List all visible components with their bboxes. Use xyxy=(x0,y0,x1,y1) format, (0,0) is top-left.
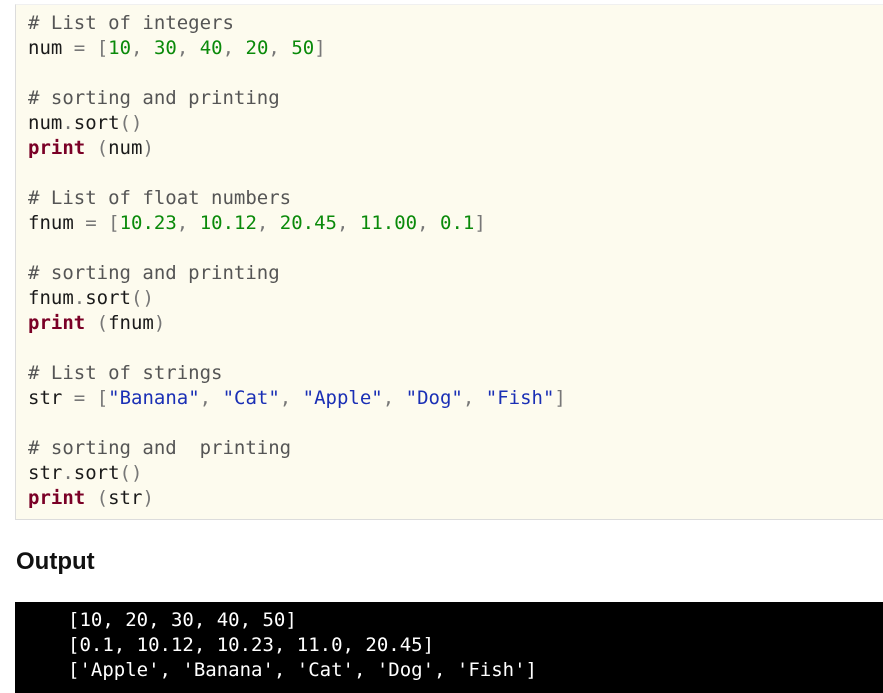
code-identifier: num xyxy=(28,37,63,59)
code-punctuation: ( xyxy=(96,487,109,509)
output-heading: Output xyxy=(16,548,95,575)
code-line-6: print (num) xyxy=(28,136,154,161)
code-number: 50 xyxy=(291,37,315,59)
code-punctuation: = xyxy=(73,37,86,59)
code-punctuation: , xyxy=(337,212,349,234)
code-punctuation: ) xyxy=(131,112,143,134)
code-line-16: str = ["Banana", "Cat", "Apple", "Dog", … xyxy=(28,386,566,411)
code-string: "Banana" xyxy=(108,387,200,409)
code-punctuation: ] xyxy=(554,387,566,409)
code-identifier: sort xyxy=(73,112,120,134)
code-identifier: fnum xyxy=(108,312,154,334)
code-punctuation: [ xyxy=(96,37,109,59)
code-line-11: # sorting and printing xyxy=(28,261,280,286)
code-punctuation: , xyxy=(176,212,189,234)
code-comment: # List of integers xyxy=(28,12,234,34)
code-number: 10.23 xyxy=(119,212,177,234)
code-number: 10.12 xyxy=(199,212,257,234)
code-punctuation: [ xyxy=(96,387,109,409)
code-punctuation: ) xyxy=(142,487,154,509)
code-punctuation: , xyxy=(199,387,212,409)
code-punctuation: = xyxy=(73,387,86,409)
code-keyword: print xyxy=(28,137,86,159)
code-line-1: # List of integers xyxy=(28,11,234,36)
code-punctuation: . xyxy=(62,112,74,134)
code-keyword: print xyxy=(28,487,86,509)
code-comment: # List of float numbers xyxy=(28,187,292,209)
code-line-19: str.sort() xyxy=(28,461,142,486)
code-line-5: num.sort() xyxy=(28,111,142,136)
code-identifier: num xyxy=(28,112,63,134)
code-punctuation: ( xyxy=(96,137,109,159)
code-line-15: # List of strings xyxy=(28,361,222,386)
code-line-13: print (fnum) xyxy=(28,311,165,336)
code-line-9: fnum = [10.23, 10.12, 20.45, 11.00, 0.1] xyxy=(28,211,486,236)
code-punctuation: ( xyxy=(119,112,131,134)
code-identifier: str xyxy=(28,462,63,484)
code-punctuation: ( xyxy=(130,287,143,309)
output-line: [0.1, 10.12, 10.23, 11.0, 20.45] xyxy=(68,634,435,656)
code-number: 10 xyxy=(108,37,132,59)
code-line-8: # List of float numbers xyxy=(28,186,291,211)
code-punctuation: = xyxy=(85,212,97,234)
code-block: # List of integers num = [10, 30, 40, 20… xyxy=(15,4,883,520)
code-line-4: # sorting and printing xyxy=(28,86,280,111)
code-comment: # sorting and printing xyxy=(28,437,292,459)
code-punctuation: , xyxy=(131,37,143,59)
code-number: 20.45 xyxy=(279,212,337,234)
code-identifier: fnum xyxy=(28,212,74,234)
code-punctuation: ) xyxy=(142,287,154,309)
code-punctuation: , xyxy=(176,37,189,59)
code-line-12: fnum.sort() xyxy=(28,286,154,311)
code-punctuation: ) xyxy=(142,137,154,159)
code-punctuation: , xyxy=(462,387,475,409)
code-punctuation: , xyxy=(222,37,235,59)
code-number: 11.00 xyxy=(359,212,418,234)
code-punctuation: ) xyxy=(153,312,166,334)
code-punctuation: ( xyxy=(119,462,131,484)
output-line: ['Apple', 'Banana', 'Cat', 'Dog', 'Fish'… xyxy=(68,659,537,681)
output-console: [10, 20, 30, 40, 50] [0.1, 10.12, 10.23,… xyxy=(15,602,883,693)
code-comment: # List of strings xyxy=(28,362,223,384)
code-punctuation: . xyxy=(73,287,86,309)
code-number: 40 xyxy=(199,37,223,59)
code-identifier: fnum xyxy=(28,287,74,309)
code-identifier: str xyxy=(28,387,63,409)
code-identifier: sort xyxy=(73,462,120,484)
code-punctuation: [ xyxy=(108,212,120,234)
code-number: 20 xyxy=(245,37,269,59)
code-identifier: num xyxy=(108,137,143,159)
code-string: "Dog" xyxy=(405,387,463,409)
code-line-18: # sorting and printing xyxy=(28,436,291,461)
code-identifier: sort xyxy=(85,287,131,309)
code-punctuation: ) xyxy=(131,462,143,484)
code-punctuation: , xyxy=(268,37,280,59)
code-string: "Apple" xyxy=(302,387,383,409)
code-string: "Cat" xyxy=(222,387,280,409)
code-line-20: print (str) xyxy=(28,486,154,511)
code-punctuation: ] xyxy=(314,37,326,59)
code-punctuation: , xyxy=(382,387,395,409)
output-line: [10, 20, 30, 40, 50] xyxy=(68,609,297,631)
code-punctuation: ( xyxy=(96,312,109,334)
code-punctuation: , xyxy=(256,212,269,234)
code-punctuation: ] xyxy=(474,212,486,234)
code-number: 0.1 xyxy=(440,212,475,234)
code-line-2: num = [10, 30, 40, 20, 50] xyxy=(28,36,326,61)
code-string: "Fish" xyxy=(485,387,555,409)
code-keyword: print xyxy=(28,312,86,334)
code-identifier: str xyxy=(108,487,143,509)
code-punctuation: , xyxy=(279,387,292,409)
code-number: 30 xyxy=(153,37,177,59)
code-comment: # sorting and printing xyxy=(28,262,280,284)
code-comment: # sorting and printing xyxy=(28,87,280,109)
code-punctuation: , xyxy=(417,212,429,234)
code-punctuation: . xyxy=(62,462,74,484)
